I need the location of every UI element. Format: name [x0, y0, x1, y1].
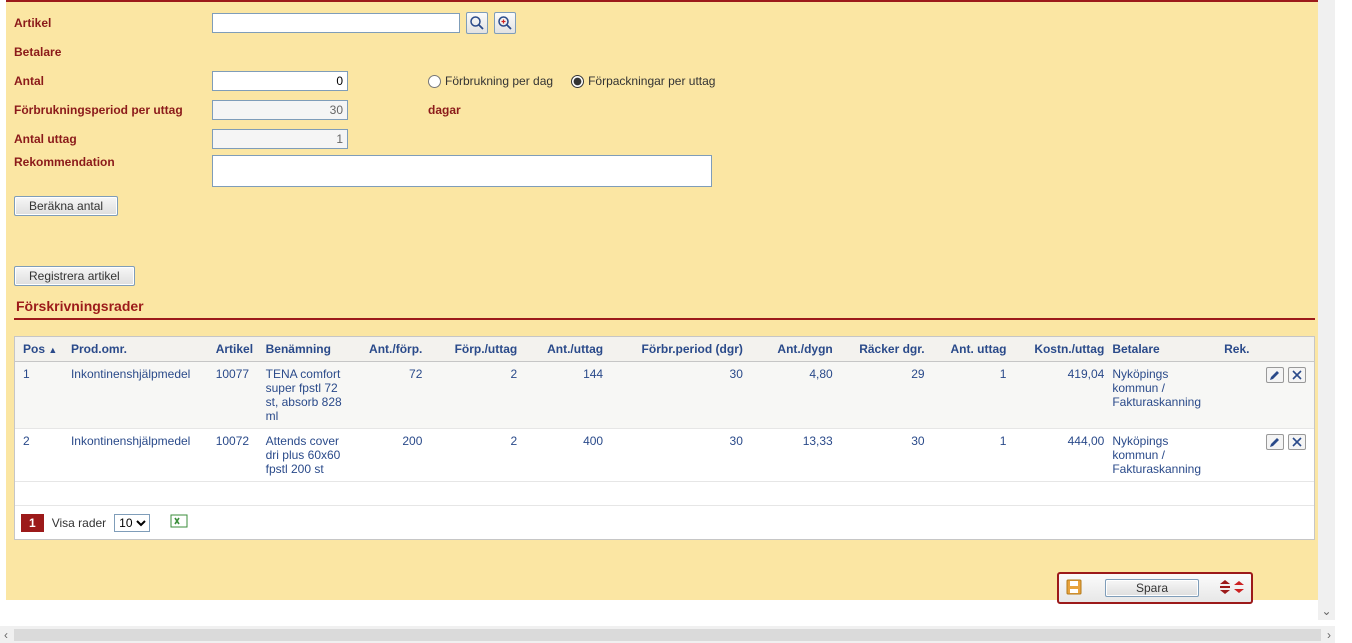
cell-benamning: Attends cover dri plus 60x60 fpstl 200 s… [262, 434, 352, 476]
antal-input[interactable] [212, 71, 348, 91]
forbrukningsperiod-input [212, 100, 348, 120]
cell-rek [1220, 367, 1262, 423]
cell-forbrperiod: 30 [607, 367, 747, 423]
cell-forputtag: 2 [426, 367, 521, 423]
excel-export-icon[interactable] [170, 512, 188, 533]
spara-button[interactable]: Spara [1105, 579, 1199, 597]
sort-asc-icon: ▲ [48, 345, 57, 355]
forskrivningsrader-grid: Pos ▲ Prod.omr. Artikel Benämning Ant./f… [14, 336, 1315, 540]
scroll-left-icon[interactable]: ‹ [0, 628, 12, 642]
radio-forbrukning-label: Förbrukning per dag [445, 74, 553, 88]
collapse-icon[interactable] [1219, 580, 1231, 597]
edit-row-icon[interactable] [1266, 434, 1284, 450]
cell-betalare: Nyköpings kommun / Fakturaskanning [1108, 434, 1220, 476]
col-header-rackerdgr[interactable]: Räcker dgr. [837, 342, 929, 356]
cell-benamning: TENA comfort super fpstl 72 st, absorb 8… [262, 367, 352, 423]
cell-prodomr: Inkontinenshjälpmedel [67, 367, 212, 423]
cell-prodomr: Inkontinenshjälpmedel [67, 434, 212, 476]
delete-row-icon[interactable] [1288, 434, 1306, 450]
col-header-forbrperiod[interactable]: Förbr.period (dgr) [607, 342, 747, 356]
cell-rackerdgr: 30 [837, 434, 929, 476]
col-header-betalare[interactable]: Betalare [1108, 342, 1220, 356]
betalare-label: Betalare [14, 45, 212, 59]
col-header-rek[interactable]: Rek. [1220, 342, 1262, 356]
cell-antforp: 72 [351, 367, 426, 423]
antal-uttag-input [212, 129, 348, 149]
visa-rader-label: Visa rader [52, 516, 106, 530]
dagar-label: dagar [428, 103, 461, 117]
cell-antforp: 200 [351, 434, 426, 476]
artikel-input[interactable] [212, 13, 460, 33]
cell-antdygn: 4,80 [747, 367, 837, 423]
forbrukningsperiod-label: Förbrukningsperiod per uttag [14, 103, 212, 117]
cell-kostnuttag: 444,00 [1010, 434, 1108, 476]
cell-antuttag: 400 [521, 434, 607, 476]
grid-header: Pos ▲ Prod.omr. Artikel Benämning Ant./f… [15, 337, 1314, 362]
col-header-antuttag2[interactable]: Ant. uttag [929, 342, 1011, 356]
delete-row-icon[interactable] [1288, 367, 1306, 383]
rekommendation-textarea[interactable] [212, 155, 712, 187]
edit-row-icon[interactable] [1266, 367, 1284, 383]
section-title-forskrivningsrader: Förskrivningsrader [14, 292, 1315, 320]
col-header-benamning[interactable]: Benämning [262, 342, 352, 356]
search-icon[interactable] [466, 12, 488, 34]
search-plus-icon[interactable] [494, 12, 516, 34]
col-header-prodomr[interactable]: Prod.omr. [67, 342, 212, 356]
radio-forbrukning-per-dag[interactable]: Förbrukning per dag [428, 74, 553, 88]
scroll-down-icon[interactable]: ⌄ [1321, 602, 1331, 620]
registrera-artikel-button[interactable]: Registrera artikel [14, 266, 135, 286]
page-number[interactable]: 1 [21, 514, 44, 532]
antal-uttag-label: Antal uttag [14, 132, 212, 146]
horizontal-scrollbar[interactable]: ‹ › [0, 626, 1335, 643]
radio-forpackningar-per-uttag[interactable]: Förpackningar per uttag [571, 74, 715, 88]
cell-artikel: 10077 [212, 367, 262, 423]
table-row[interactable]: 1 Inkontinenshjälpmedel 10077 TENA comfo… [15, 362, 1314, 429]
col-header-antdygn[interactable]: Ant./dygn [747, 342, 837, 356]
scroll-h-track[interactable] [14, 629, 1321, 641]
col-header-antforp[interactable]: Ant./förp. [351, 342, 426, 356]
col-header-antuttag[interactable]: Ant./uttag [521, 342, 607, 356]
col-header-pos[interactable]: Pos ▲ [19, 342, 67, 356]
save-bar: Spara [1057, 572, 1253, 604]
cell-forputtag: 2 [426, 434, 521, 476]
cell-antuttag2: 1 [929, 367, 1011, 423]
cell-rackerdgr: 29 [837, 367, 929, 423]
antal-label: Antal [14, 74, 212, 88]
col-header-kostnuttag[interactable]: Kostn./uttag [1010, 342, 1108, 356]
cell-antdygn: 13,33 [747, 434, 837, 476]
cell-antuttag: 144 [521, 367, 607, 423]
table-row[interactable]: 2 Inkontinenshjälpmedel 10072 Attends co… [15, 429, 1314, 482]
cell-betalare: Nyköpings kommun / Fakturaskanning [1108, 367, 1220, 423]
artikel-label: Artikel [14, 16, 212, 30]
col-header-forputtag[interactable]: Förp./uttag [426, 342, 521, 356]
cell-artikel: 10072 [212, 434, 262, 476]
visa-rader-select[interactable]: 10 [114, 514, 150, 532]
cell-antuttag2: 1 [929, 434, 1011, 476]
save-icon [1065, 578, 1083, 599]
col-header-artikel[interactable]: Artikel [212, 342, 262, 356]
pager: 1 Visa rader 10 [15, 506, 1314, 539]
scroll-right-icon[interactable]: › [1323, 628, 1335, 642]
radio-forpackningar-label: Förpackningar per uttag [588, 74, 715, 88]
cell-pos: 2 [19, 434, 67, 476]
vertical-scrollbar[interactable]: ⌄ [1318, 0, 1335, 620]
cell-rek [1220, 434, 1262, 476]
rekommendation-label: Rekommendation [14, 155, 212, 169]
grid-empty-row [15, 482, 1314, 506]
cell-forbrperiod: 30 [607, 434, 747, 476]
cell-kostnuttag: 419,04 [1010, 367, 1108, 423]
berakna-antal-button[interactable]: Beräkna antal [14, 196, 118, 216]
expand-icon[interactable] [1233, 580, 1245, 597]
cell-pos: 1 [19, 367, 67, 423]
